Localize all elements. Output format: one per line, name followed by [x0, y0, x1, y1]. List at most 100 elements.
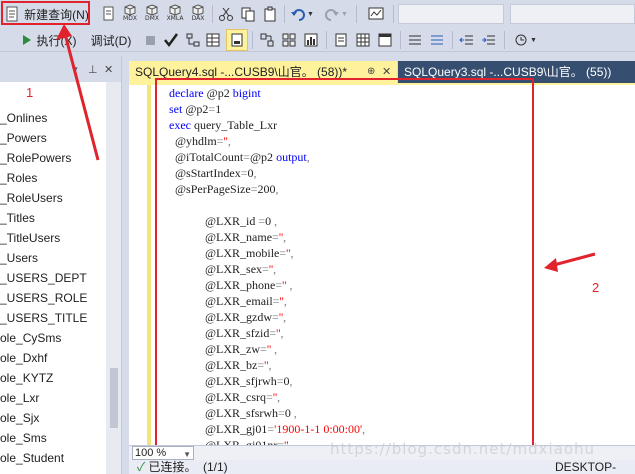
tree-item[interactable]: _Roles — [0, 168, 37, 188]
comment-out-button[interactable] — [406, 30, 424, 50]
cancel-query-button[interactable] — [142, 30, 158, 50]
tree-item[interactable]: _Titles — [0, 208, 35, 228]
copy-button[interactable] — [238, 4, 258, 24]
toolbar-separator — [284, 5, 285, 23]
undo-button[interactable]: ▼ — [288, 4, 316, 24]
tree-item[interactable]: ole_Student — [0, 448, 64, 468]
connection-status: ✓ 已连接。 — [137, 460, 197, 474]
tree-item[interactable]: _Onlines — [0, 108, 47, 128]
change-tracking-bar — [147, 85, 151, 445]
chevron-down-icon[interactable]: ▼ — [341, 11, 348, 18]
client-statistics-button[interactable] — [302, 30, 320, 50]
toolbar-separator — [504, 31, 505, 49]
copy-icon — [241, 7, 255, 22]
mdx-query-button[interactable]: MDX — [120, 3, 140, 23]
tree-item[interactable]: _TitleUsers — [0, 228, 60, 248]
results-to-grid-button[interactable] — [376, 30, 394, 50]
tree-item[interactable]: _USERS_DEPT — [0, 268, 87, 288]
tab-label: SQLQuery4.sql -...CUSB9\山官。 (58))* — [135, 65, 348, 79]
document-icon — [231, 33, 243, 47]
tree-item[interactable]: _Users — [0, 248, 38, 268]
chevron-down-icon[interactable]: ▼ — [530, 37, 537, 44]
play-icon — [22, 35, 31, 45]
decrease-indent-button[interactable] — [458, 30, 476, 50]
estimated-plan-button[interactable] — [184, 30, 202, 50]
undo-icon — [291, 9, 305, 21]
chevron-down-icon[interactable]: ▼ — [307, 11, 314, 18]
annotation-label-1: 1 — [26, 85, 34, 100]
results-to-text-button[interactable] — [226, 29, 248, 51]
dmx-query-button[interactable]: DMX — [142, 3, 162, 23]
clipboard-icon — [264, 6, 276, 22]
specify-values-button[interactable]: ▼ — [510, 30, 540, 50]
dax-label: DAX — [191, 15, 205, 22]
options-icon — [260, 33, 274, 47]
paste-button[interactable] — [260, 4, 280, 24]
status-bar: ✓ 已连接。 (1/1) DESKTOP-A9C — [129, 460, 635, 474]
xmla-query-button[interactable]: XMLA — [164, 3, 186, 23]
dmx-label: DMX — [145, 15, 159, 22]
tab-label: SQLQuery3.sql -...CUSB9\山官。 (55)) — [404, 65, 612, 79]
tree-item[interactable]: _USERS_ROLE — [0, 288, 87, 308]
monitor-icon — [368, 7, 384, 20]
annotation-arrow-2 — [544, 252, 596, 272]
solution-configuration-dropdown[interactable] — [398, 4, 504, 24]
activity-monitor-button[interactable] — [366, 4, 386, 24]
toolbar-separator — [452, 31, 453, 49]
redo-button[interactable]: ▼ — [322, 4, 350, 24]
uncomment-button[interactable] — [428, 30, 446, 50]
toolbar-separator — [212, 5, 213, 23]
annotation-label-2: 2 — [592, 280, 600, 295]
tree-item[interactable]: ole_Sms — [0, 428, 47, 448]
results-to-file-button[interactable] — [332, 30, 350, 50]
cut-button[interactable] — [216, 4, 236, 24]
plan-icon — [186, 33, 200, 47]
file-icon — [335, 33, 347, 47]
grid-icon — [356, 33, 370, 47]
results-grid-button[interactable] — [204, 30, 222, 50]
parse-button[interactable] — [162, 30, 180, 50]
zoom-dropdown[interactable]: 100 % ▼ — [132, 446, 194, 460]
dax-query-button[interactable]: DAX — [188, 3, 208, 23]
search-dropdown[interactable] — [510, 4, 635, 24]
tree-item[interactable]: ole_Sjx — [0, 408, 39, 428]
scrollbar-thumb[interactable] — [110, 368, 118, 428]
intellisense-button[interactable] — [280, 30, 298, 50]
results-grid-toggle-button[interactable] — [354, 30, 372, 50]
toolbar-separator — [252, 31, 253, 49]
tree-item[interactable]: ole_Lxr — [0, 388, 39, 408]
annotation-arrow-1 — [56, 24, 100, 161]
increase-indent-button[interactable] — [480, 30, 498, 50]
outdent-icon — [459, 35, 473, 45]
watermark: https://blog.csdn.net/mdxiaohu — [330, 440, 596, 458]
mdx-label: MDX — [123, 15, 137, 22]
toolbar-separator — [393, 5, 394, 23]
statistics-icon — [304, 33, 318, 47]
tree-item[interactable]: ole_KYTZ — [0, 368, 53, 388]
toolbar-separator — [326, 31, 327, 49]
tree-item[interactable]: ole_Dxhf — [0, 348, 47, 368]
connection-status-text: 已连接。 — [148, 460, 197, 474]
tree-item[interactable]: _Powers — [0, 128, 47, 148]
server-name: DESKTOP-A9C — [555, 460, 617, 474]
toolbar-separator — [356, 5, 357, 23]
intellisense-icon — [282, 33, 296, 47]
panel-splitter[interactable] — [122, 56, 128, 474]
scissors-icon — [219, 7, 233, 21]
uncomment-icon — [431, 35, 443, 45]
tree-item[interactable]: _RoleUsers — [0, 188, 63, 208]
comment-icon — [409, 35, 421, 45]
tree-item[interactable]: ole_CySms — [0, 328, 61, 348]
connected-icon: ✓ — [137, 460, 146, 474]
toolbar-separator — [400, 31, 401, 49]
editor-margin — [129, 85, 151, 445]
indent-icon — [482, 35, 495, 45]
redo-icon — [325, 9, 340, 21]
grid-icon — [206, 33, 220, 47]
xmla-label: XMLA — [166, 15, 184, 22]
table-icon — [378, 33, 392, 47]
tree-item[interactable]: _USERS_TITLE — [0, 308, 87, 328]
template-icon — [515, 34, 527, 46]
query-options-button[interactable] — [258, 30, 276, 50]
zoom-value: 100 % — [135, 447, 167, 459]
